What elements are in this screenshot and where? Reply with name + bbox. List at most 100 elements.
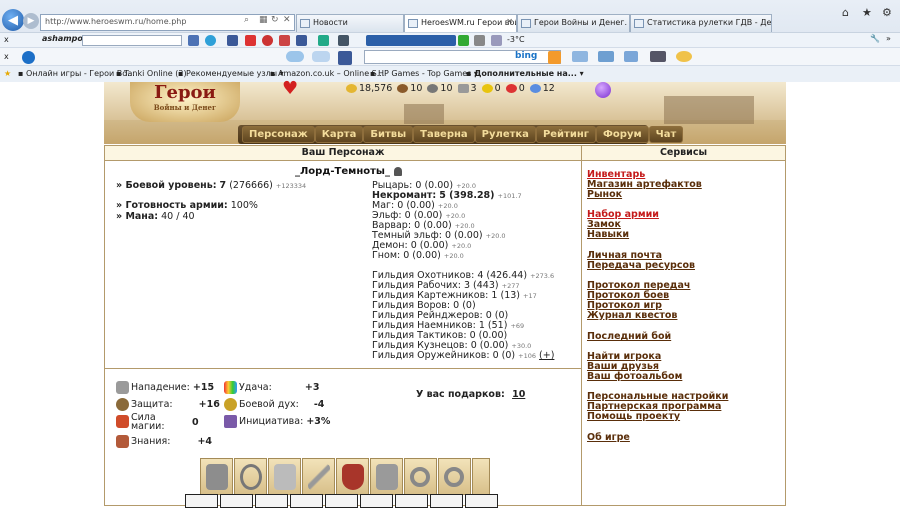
armor-slot[interactable]	[268, 458, 301, 495]
logo-title: Герои	[154, 82, 216, 103]
ore-icon	[427, 84, 439, 93]
like-icon[interactable]	[624, 51, 638, 62]
services-panel: Сервисы Инвентарь Магазин артефактов Рын…	[582, 145, 786, 506]
settings-gear-icon[interactable]: ⚙	[882, 6, 892, 19]
menu-forum[interactable]: Форум	[596, 126, 649, 143]
gifts-link[interactable]: 10	[512, 389, 525, 400]
home-icon[interactable]: ⌂	[842, 6, 849, 19]
castle-silhouette	[404, 104, 444, 124]
bing-label: bing	[515, 51, 538, 61]
bookmark-3[interactable]: ▪ Рекомендуемые узлы ▾	[178, 69, 284, 78]
menu-chat[interactable]: Чат	[648, 126, 684, 143]
bookmark-4[interactable]: ▪ Amazon.co.uk – Online S...	[270, 69, 384, 78]
services-panel-title: Сервисы	[582, 146, 785, 161]
ashampoo-search-input[interactable]	[82, 35, 182, 46]
toolbar-icon[interactable]	[572, 51, 588, 62]
hp-logo-icon[interactable]	[22, 51, 35, 64]
mail-icon[interactable]	[312, 51, 330, 62]
plus-link[interactable]: (+)	[539, 350, 554, 361]
toolbar-icon[interactable]	[245, 35, 256, 46]
link-skills[interactable]: Навыки	[587, 229, 629, 240]
faction-dwarf: Гном: 0 (0.00) +20.0	[372, 250, 464, 261]
toolbar-icon[interactable]	[598, 51, 614, 62]
game-logo[interactable]: Герои Войны и Денег	[130, 82, 240, 122]
link-last-battle[interactable]: Последний бой	[587, 331, 671, 342]
bookmark-2[interactable]: ▪ Tanki Online (2)	[116, 69, 187, 78]
toolbar-icon[interactable]	[188, 35, 199, 46]
forward-button[interactable]: ▶	[23, 13, 39, 29]
toolbar-icon[interactable]	[279, 35, 290, 46]
amulet-slot[interactable]	[234, 458, 267, 495]
weapon-slot[interactable]	[302, 458, 335, 495]
bookmark-6[interactable]: ▪ Дополнительные на... ▾	[466, 69, 584, 78]
divider	[104, 368, 582, 369]
book-icon	[116, 435, 129, 448]
ring-slot-2[interactable]	[438, 458, 471, 495]
menu-rating[interactable]: Рейтинг	[535, 126, 596, 143]
toolbar-icon[interactable]	[296, 35, 307, 46]
link-about-game[interactable]: Об игре	[587, 432, 630, 443]
gems-value: 12	[542, 83, 555, 94]
link-photo-album[interactable]: Ваш фотоальбом	[587, 371, 682, 382]
close-icon[interactable]: x	[4, 35, 9, 44]
compat-icon[interactable]: ▦	[259, 15, 268, 25]
menu-battles[interactable]: Битвы	[363, 126, 414, 143]
address-bar[interactable]: http://www.heroeswm.ru/home.php ⌕ ▦ ↻ ✕	[40, 14, 295, 31]
extra-slot[interactable]	[472, 458, 490, 495]
toolbar-icon[interactable]	[458, 35, 469, 46]
amulet-icon	[240, 464, 262, 490]
toolbar-icon[interactable]	[318, 35, 329, 46]
chevron-right-icon[interactable]: »	[886, 34, 891, 43]
cloud-icon[interactable]	[286, 51, 304, 62]
link-resource-transfer[interactable]: Передача ресурсов	[587, 260, 695, 271]
menu-roulette[interactable]: Рулетка	[474, 126, 536, 143]
stop-icon[interactable]: ✕	[283, 15, 291, 25]
ring-slot-1[interactable]	[404, 458, 437, 495]
bookmark-5[interactable]: ▪ HP Games - Top Games ▾	[370, 69, 478, 78]
shield-slot[interactable]	[336, 458, 369, 495]
magic-wand-icon	[116, 415, 129, 428]
link-help-project[interactable]: Помощь проекту	[587, 411, 680, 422]
helmet-slot[interactable]	[200, 458, 233, 495]
menu-character[interactable]: Персонаж	[242, 126, 315, 143]
menu-tavern[interactable]: Таверна	[413, 126, 475, 143]
player-nick[interactable]: _Лорд-Темноты_	[295, 166, 402, 177]
character-panel-title: Ваш Персонаж	[105, 146, 581, 161]
close-icon[interactable]: ✕	[506, 17, 513, 26]
link-quest-journal[interactable]: Журнал квестов	[587, 310, 677, 321]
toolbar-icon[interactable]	[338, 35, 349, 46]
tab-heroeswm[interactable]: HeroesWM.ru Герои войны ...✕	[404, 14, 517, 32]
sword-icon	[116, 381, 129, 394]
magic-power-stat: Сила магии:	[131, 412, 165, 432]
favorites-icon[interactable]: ★	[862, 6, 872, 19]
wood-value: 10	[410, 83, 423, 94]
toolbar-icon[interactable]	[262, 35, 273, 46]
video-icon[interactable]	[650, 51, 666, 62]
temperature: -3°C	[507, 35, 525, 44]
refresh-icon[interactable]: ↻	[271, 15, 279, 25]
tab-roulette-stats[interactable]: Статистика рулетки ГДВ - Дет...	[630, 14, 772, 32]
tab-heroes[interactable]: Герои Войны и Денег. Онлай...	[517, 14, 630, 32]
attack-stat: Нападение: +15	[131, 382, 215, 393]
wrench-icon[interactable]: 🔧	[870, 34, 880, 43]
shield-icon	[116, 398, 129, 411]
link-market[interactable]: Рынок	[587, 189, 622, 200]
toolbar-widget[interactable]	[366, 35, 456, 46]
close-icon[interactable]: x	[4, 52, 9, 61]
sulfur-icon	[481, 84, 493, 93]
back-button[interactable]: ◀	[2, 9, 24, 31]
army-readiness: » Готовность армии: 100%	[116, 200, 258, 211]
menu-map[interactable]: Карта	[314, 126, 364, 143]
mail-icon[interactable]	[474, 35, 485, 46]
facebook-icon[interactable]	[338, 51, 352, 65]
star-icon[interactable]: ★	[4, 69, 11, 78]
boots-slot[interactable]	[370, 458, 403, 495]
bing-search-input[interactable]: bing	[364, 50, 561, 64]
toolbar-icon[interactable]	[676, 51, 692, 62]
facebook-icon[interactable]	[227, 35, 238, 46]
tab-news[interactable]: Новости	[296, 14, 404, 32]
search-icon[interactable]	[548, 51, 561, 64]
search-icon[interactable]: ⌕	[244, 15, 249, 25]
toolbar-icon[interactable]	[205, 35, 216, 46]
helmet-icon	[206, 464, 228, 490]
